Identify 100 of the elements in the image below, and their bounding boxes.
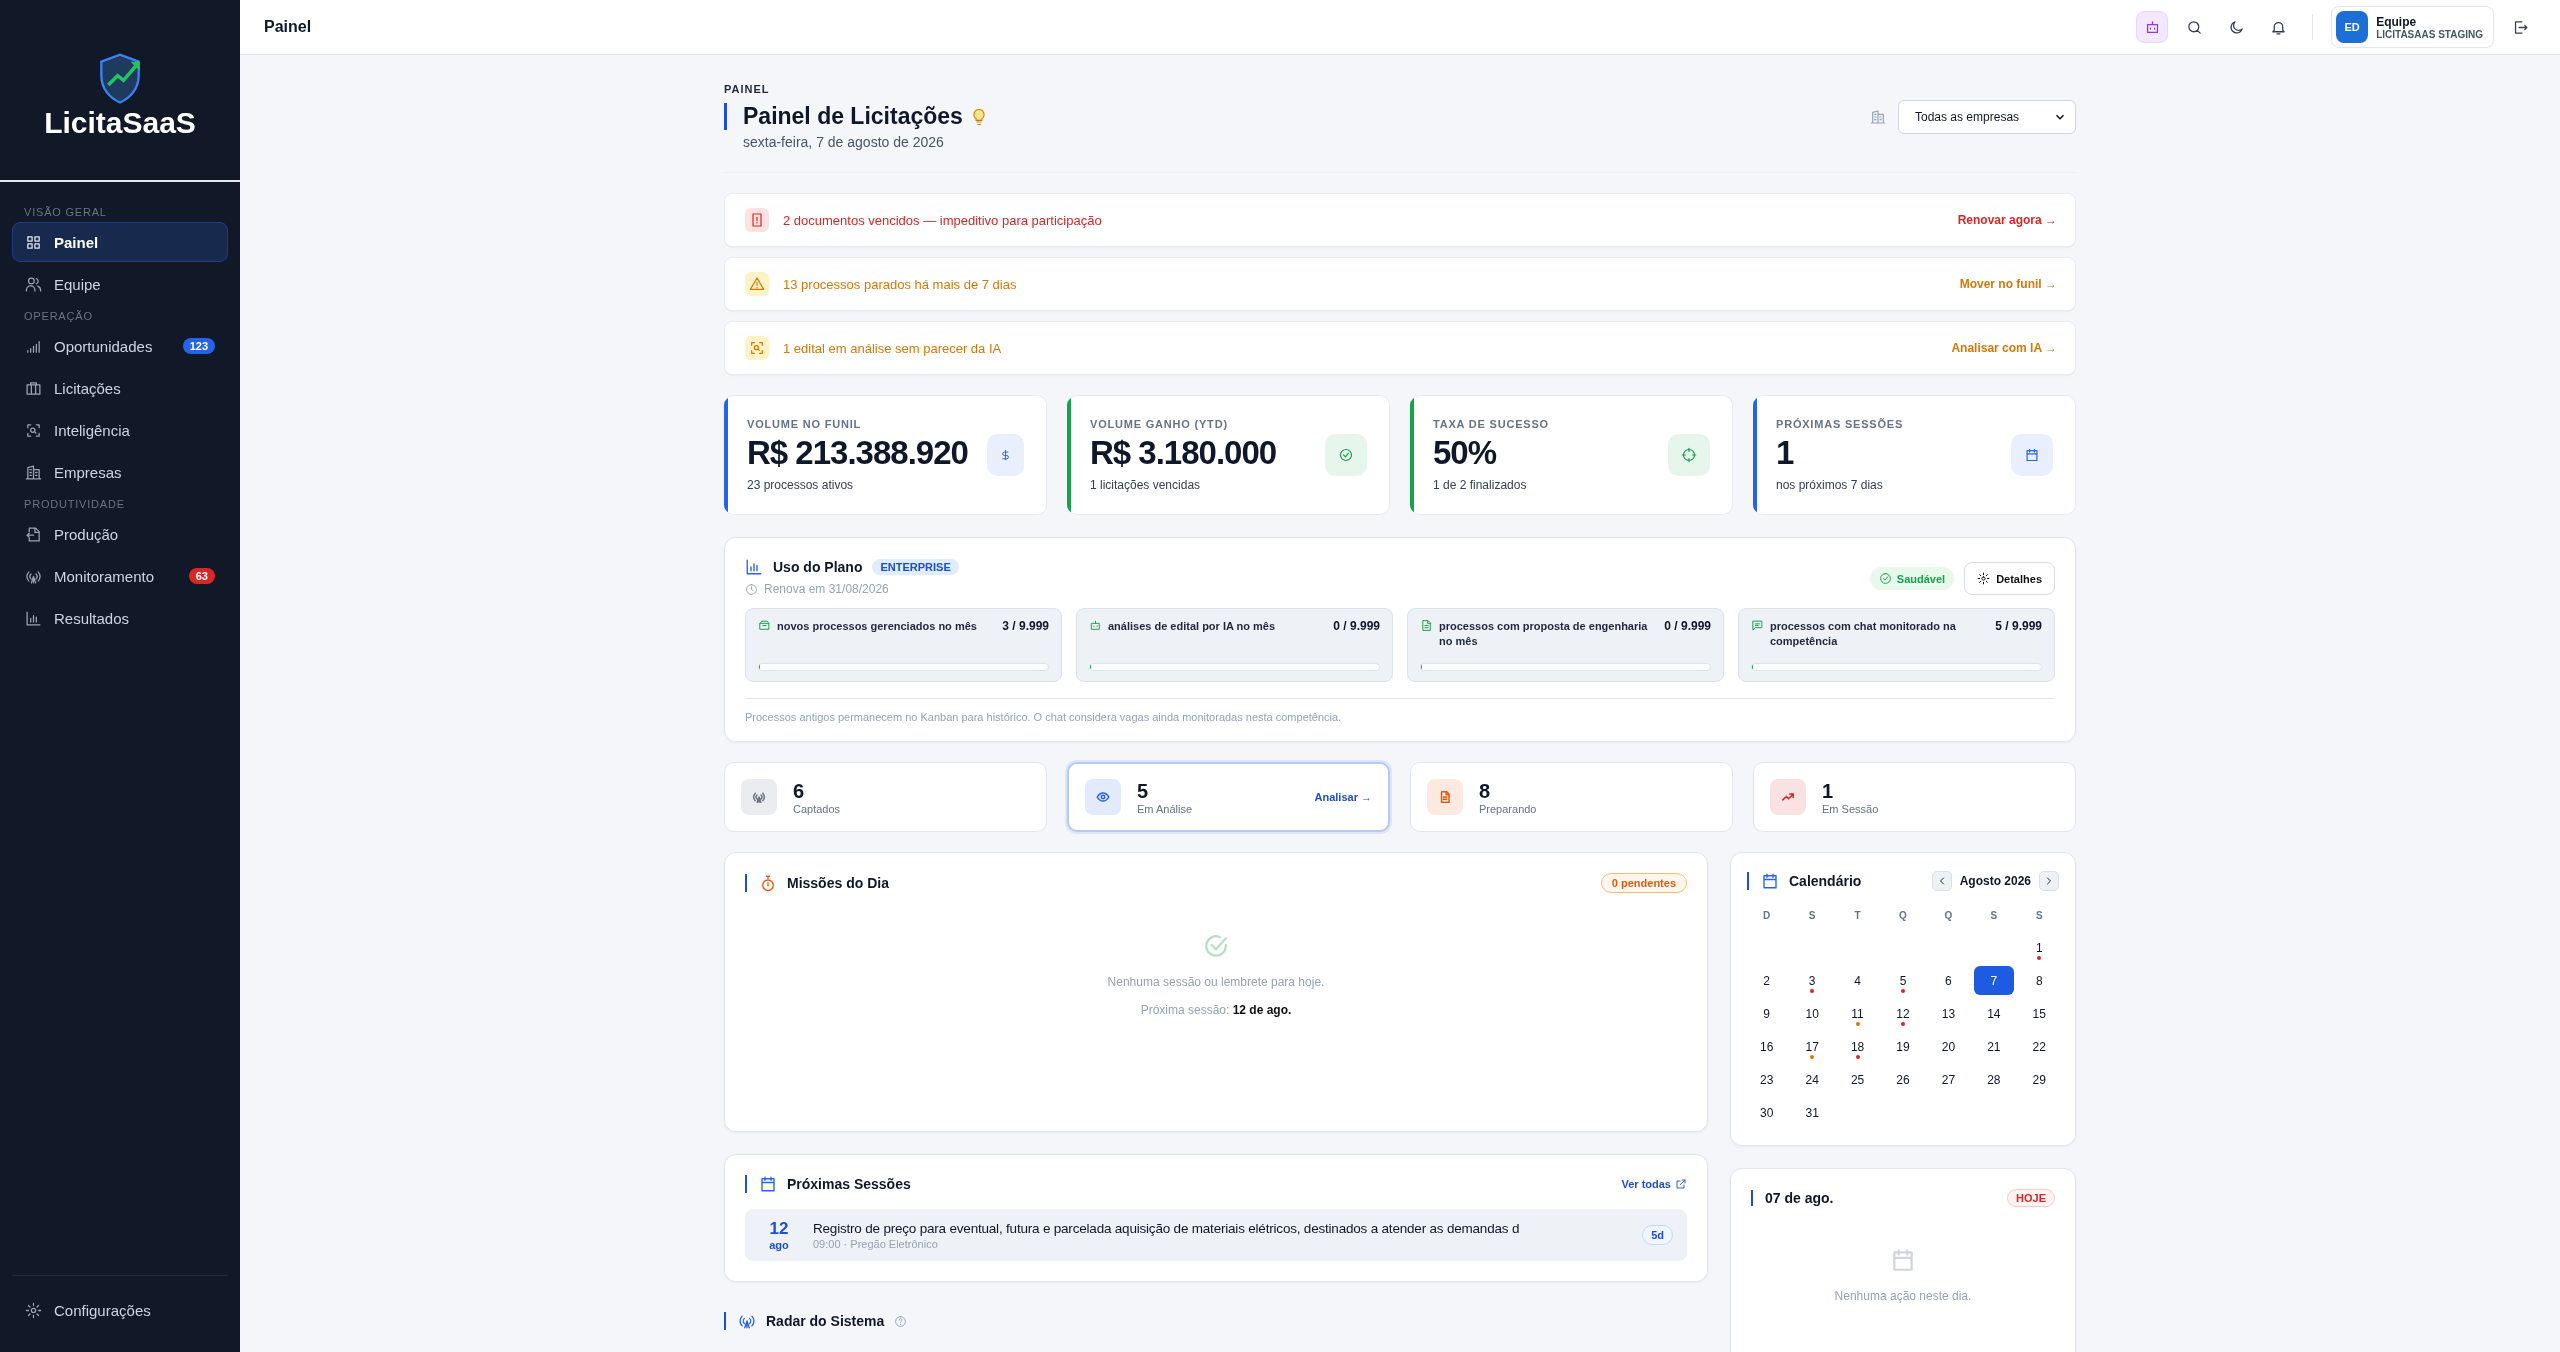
kpi-value: 50%: [1433, 434, 1498, 472]
stage-label: Em Análise: [1137, 802, 1194, 815]
calendar-day[interactable]: 31: [1792, 1098, 1832, 1127]
file-export-icon: [25, 525, 42, 543]
weekday-label: T: [1853, 909, 1862, 923]
bar-chart-icon: [25, 609, 42, 627]
card-title: Uso do Plano: [773, 559, 863, 575]
calendar-icon: [1761, 872, 1779, 890]
users-icon: [25, 275, 42, 293]
settings-icon: [1977, 572, 1991, 585]
calendar-day[interactable]: 15: [2019, 999, 2059, 1028]
pending-badge: 0 pendentes: [1600, 873, 1687, 893]
nav-item[interactable]: Inteligência: [12, 410, 228, 450]
previous-month-button[interactable]: [1931, 871, 1952, 891]
nav-item[interactable]: Produção: [12, 514, 228, 554]
company-select[interactable]: Todas as empresas: [1898, 99, 2076, 134]
nav-item[interactable]: Oportunidades 123: [12, 326, 228, 366]
kpi-note: 1 de 2 finalizados: [1433, 478, 1528, 492]
page-title: Painel: [264, 18, 312, 36]
calendar-day[interactable]: 29: [2019, 1065, 2059, 1094]
empty-message: Nenhuma sessão ou lembrete para hoje.: [1107, 975, 1325, 989]
calendar-day[interactable]: 4: [1837, 966, 1878, 995]
calendar-day[interactable]: 22: [2019, 1032, 2059, 1061]
calendar-day[interactable]: 23: [1747, 1065, 1787, 1094]
next-month-button[interactable]: [2039, 871, 2059, 891]
usage-reading: 0 / 9.999: [1664, 619, 1711, 633]
avatar: ED: [2336, 11, 2369, 43]
user-name: Equipe: [2376, 14, 2417, 29]
calendar-day[interactable]: 19: [1883, 1032, 1923, 1061]
box-icon: [758, 619, 771, 632]
calendar-day[interactable]: 20: [1928, 1032, 1969, 1061]
calendar-day[interactable]: 26: [1883, 1065, 1923, 1094]
calendar-day[interactable]: 10: [1792, 999, 1832, 1028]
nav-item[interactable]: Resultados: [12, 598, 228, 638]
session-month: ago: [769, 1239, 789, 1251]
kpi-label: VOLUME GANHO (YTD): [1090, 418, 1229, 430]
details-button[interactable]: Detalhes: [1964, 562, 2055, 595]
alert-text: 2 documentos vencidos — impeditivo para participação: [783, 212, 1103, 228]
empty-message: Nenhuma ação neste dia.: [1834, 1289, 1972, 1303]
page-heading: Painel de Licitações: [743, 103, 963, 130]
calendar-day[interactable]: 8: [2019, 966, 2059, 995]
calendar-day[interactable]: 28: [1974, 1065, 2014, 1094]
user-menu[interactable]: ED Equipe LICITASAAS STAGING: [2331, 6, 2494, 48]
calendar-day[interactable]: 1: [2019, 933, 2059, 962]
stage-label: Captados: [793, 802, 842, 815]
calendar-day[interactable]: 2: [1747, 966, 1787, 995]
stage-card[interactable]: 1 Em Sessão: [1753, 762, 2076, 832]
briefcase-icon: [25, 379, 42, 397]
calendar-day[interactable]: 12: [1883, 999, 1923, 1028]
document-icon: [1420, 619, 1433, 632]
calendar-day[interactable]: 18: [1837, 1032, 1878, 1061]
calendar-day[interactable]: 21: [1974, 1032, 2014, 1061]
renewal-date: Renova em 31/08/2026: [764, 582, 889, 596]
calendar-day[interactable]: 25: [1837, 1065, 1878, 1094]
stage-count: 8: [1479, 779, 1492, 803]
nav-item[interactable]: Empresas: [12, 452, 228, 492]
stage-card[interactable]: 5 Em Análise Analisar →: [1067, 762, 1390, 832]
weekday-label: Q: [1898, 909, 1908, 923]
weekday-label: S: [1807, 909, 1817, 923]
analyze-link[interactable]: Analisar →: [1314, 791, 1372, 803]
calendar-day[interactable]: 13: [1928, 999, 1969, 1028]
calendar-icon: [1890, 1247, 1916, 1273]
alert-text: 1 edital em análise sem parecer da IA: [783, 340, 1003, 356]
session-meta: 09:00 · Pregão Eletrônico: [813, 1237, 939, 1250]
stage-card[interactable]: 6 Captados: [724, 762, 1047, 832]
calendar-day[interactable]: 14: [1974, 999, 2014, 1028]
calendar-day[interactable]: 24: [1792, 1065, 1832, 1094]
calendar-day[interactable]: 6: [1928, 966, 1969, 995]
alert-document-icon: [745, 208, 769, 232]
nav-item[interactable]: Painel: [12, 222, 228, 262]
calendar-icon: [759, 1175, 777, 1193]
nav-item[interactable]: Monitoramento 63: [12, 556, 228, 596]
assistant-button[interactable]: [2136, 11, 2169, 43]
session-day: 12: [769, 1219, 789, 1239]
alert-link[interactable]: Renovar agora →: [1957, 213, 2057, 227]
usage-label: processos com chat monitorado na competência: [1770, 619, 1957, 650]
calendar-day[interactable]: 16: [1747, 1032, 1787, 1061]
date-text: sexta-feira, 7 de agosto de 2026: [742, 134, 945, 150]
calendar-day[interactable]: 5: [1883, 966, 1923, 995]
view-all-link[interactable]: Ver todas: [1621, 1178, 1687, 1190]
calendar-day[interactable]: 7: [1974, 966, 2014, 995]
calendar-day[interactable]: 17: [1792, 1032, 1832, 1061]
calendar-day[interactable]: 27: [1928, 1065, 1969, 1094]
breadcrumb: PAINEL: [724, 83, 771, 95]
calendar-day[interactable]: 11: [1837, 999, 1878, 1028]
nav-item[interactable]: Equipe: [12, 264, 228, 304]
session-item[interactable]: 12 ago Registro de preço para eventual, futura e parcelada aquisição de materiais elétricos, destinados a atender as demandas d 09:00 · Pregão Eletrônico 5d: [745, 1209, 1687, 1261]
settings-link[interactable]: Configurações: [12, 1290, 228, 1330]
calendar-day[interactable]: 30: [1747, 1098, 1787, 1127]
section-title: VISÃO GERAL: [23, 206, 108, 218]
stage-card[interactable]: 8 Preparando: [1410, 762, 1733, 832]
usage-label: processos com proposta de engenharia no mês: [1439, 619, 1649, 650]
calendar-day[interactable]: 3: [1792, 966, 1832, 995]
nav-item[interactable]: Licitações: [12, 368, 228, 408]
kpi-note: nos próximos 7 dias: [1776, 478, 1884, 492]
section-heading: Radar do Sistema: [766, 1313, 885, 1329]
user-org: LICITASAAS STAGING: [2376, 28, 2483, 40]
kpi-label: VOLUME NO FUNIL: [747, 418, 863, 430]
calendar-day[interactable]: 9: [1747, 999, 1787, 1028]
weekday-label: S: [1989, 909, 1999, 923]
